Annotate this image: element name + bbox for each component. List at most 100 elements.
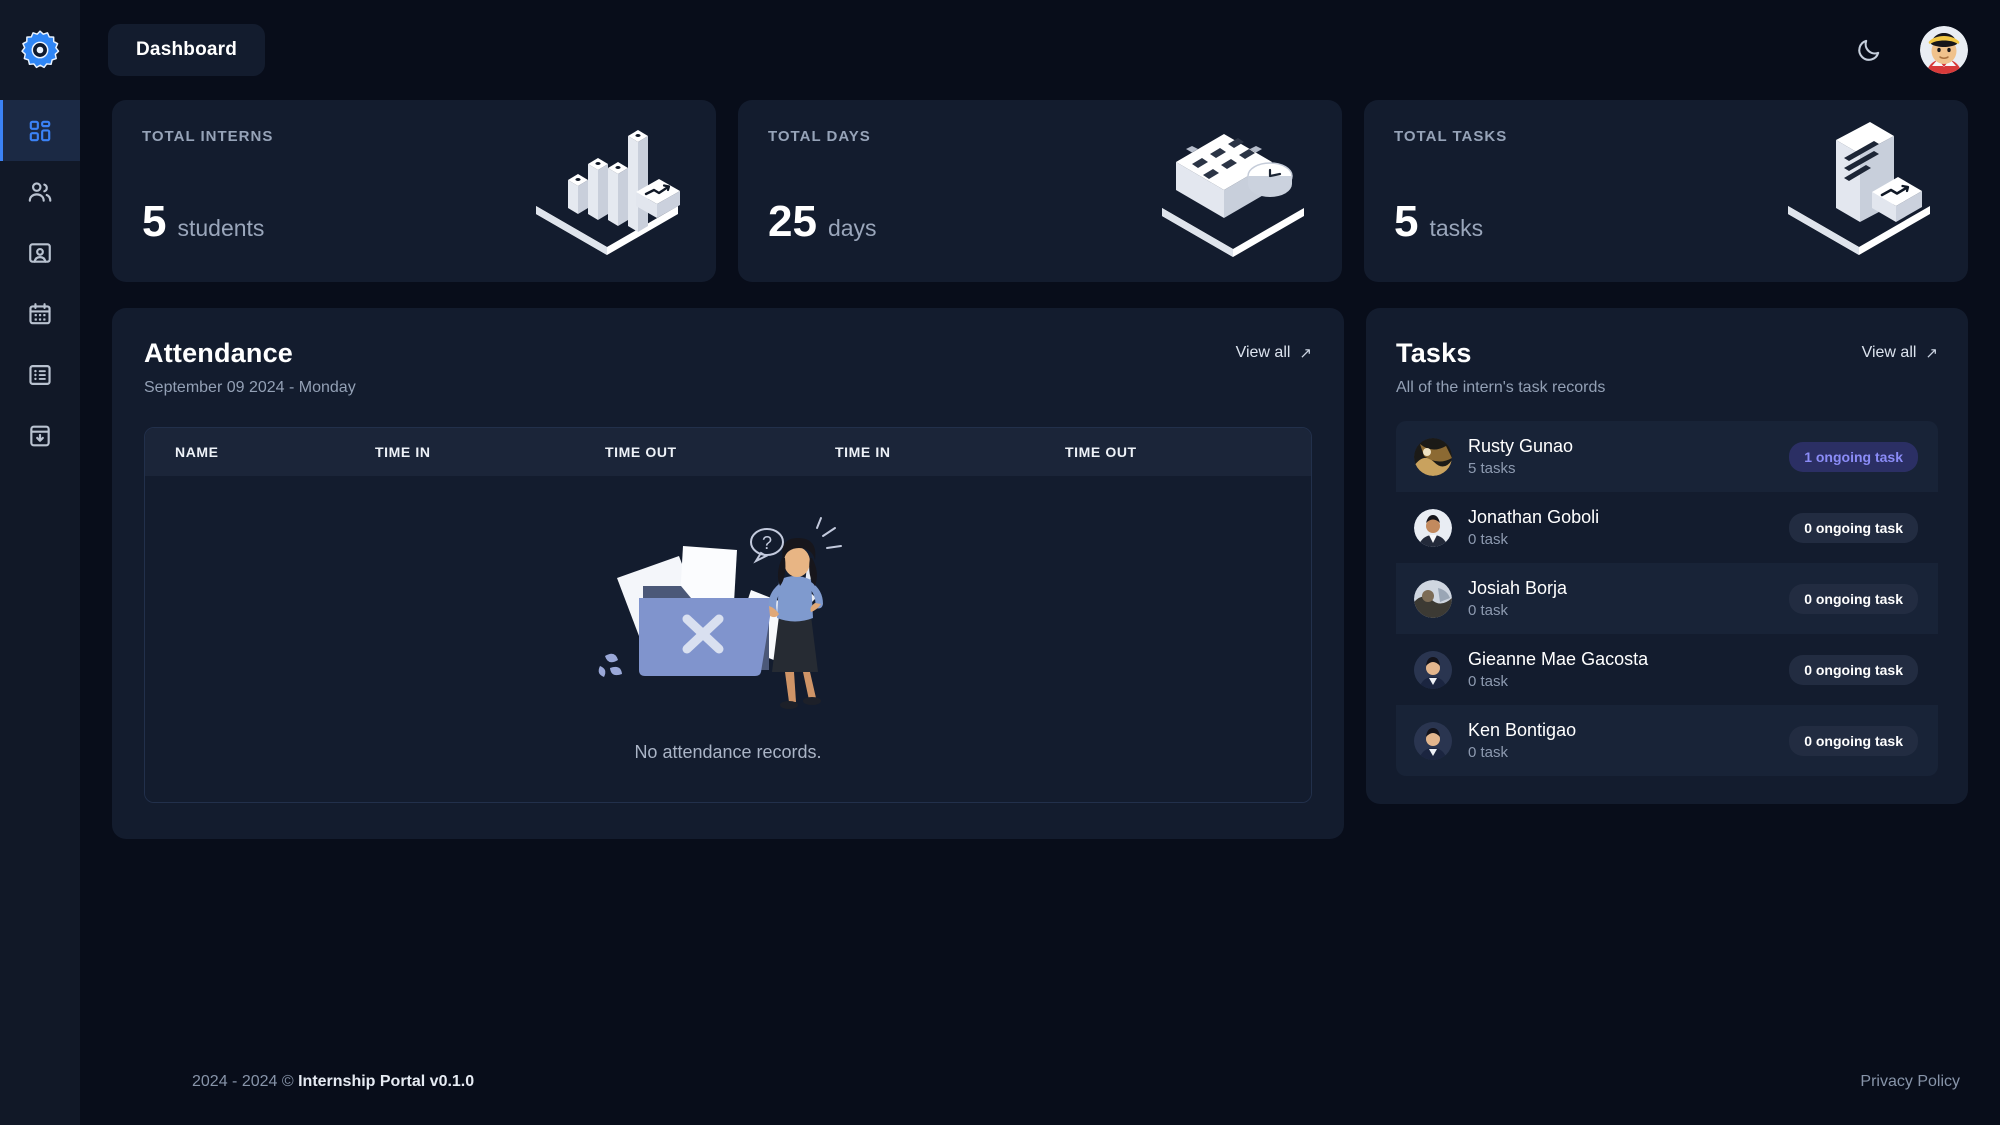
avatar <box>1414 650 1452 689</box>
status-badge: 0 ongoing task <box>1789 583 1918 614</box>
moon-icon <box>1858 39 1880 61</box>
calendar-icon <box>29 302 51 324</box>
stat-value-row: 5 tasks <box>1394 200 1483 244</box>
footer: 2024 - 2024 © Internship Portal v0.1.0 P… <box>160 1039 2000 1125</box>
attendance-empty-state: ? No attendance records. <box>145 476 1311 802</box>
bar-chart-3d-icon <box>536 130 680 255</box>
page-title[interactable]: Dashboard <box>108 24 266 76</box>
stat-number: 5 <box>1394 197 1419 246</box>
list-item[interactable]: Gieanne Mae Gacosta 0 task 0 ongoing tas… <box>1396 634 1938 705</box>
list-item[interactable]: Josiah Borja 0 task 0 ongoing task <box>1396 563 1938 634</box>
user-avatar-icon <box>1414 437 1452 476</box>
intern-name: Ken Bontigao <box>1468 720 1577 740</box>
main-area: Dashboard TOTAL INTERNS 5 students TOTAL… <box>80 0 2000 1125</box>
task-meta: Gieanne Mae Gacosta 0 task <box>1468 649 1648 690</box>
footer-app-name: Internship Portal v0.1.0 <box>298 1073 475 1090</box>
attendance-date: September 09 2024 - Monday <box>144 379 356 396</box>
avatar <box>1414 437 1452 476</box>
attendance-panel: Attendance September 09 2024 - Monday Vi… <box>112 308 1344 839</box>
archive-download-icon <box>30 425 50 446</box>
task-meta: Rusty Gunao 5 tasks <box>1468 436 1573 477</box>
empty-state-text: No attendance records. <box>634 741 822 762</box>
stats-row: TOTAL INTERNS 5 students TOTAL DAYS 25 d… <box>112 100 1968 282</box>
empty-folder-illustration: ? <box>598 516 842 709</box>
attendance-header: Attendance September 09 2024 - Monday Vi… <box>144 338 1312 397</box>
sidebar <box>0 0 80 1125</box>
stat-value-row: 25 days <box>768 200 877 244</box>
sidebar-nav <box>0 100 80 466</box>
column-header-time-in-2: TIME IN <box>835 444 891 460</box>
tasks-subtitle: All of the intern's task records <box>1396 379 1606 396</box>
sidebar-item-dashboard[interactable] <box>0 100 80 161</box>
panels-row: Attendance September 09 2024 - Monday Vi… <box>112 308 1968 839</box>
dashboard-grid-icon <box>29 120 51 141</box>
stat-unit: students <box>177 215 265 241</box>
user-avatar-icon <box>1414 650 1452 689</box>
avatar <box>1414 579 1452 618</box>
document-3d-icon <box>1788 122 1930 255</box>
column-header-time-out-2: TIME OUT <box>1065 444 1137 460</box>
user-avatar-icon <box>1414 721 1452 760</box>
list-icon <box>29 364 51 385</box>
theme-toggle-button[interactable] <box>1852 33 1886 67</box>
task-list: Rusty Gunao 5 tasks 1 ongoing task Jonat… <box>1396 421 1938 776</box>
app-logo[interactable] <box>0 0 80 100</box>
sidebar-item-tasks[interactable] <box>0 344 80 405</box>
topbar-actions <box>1852 26 1968 74</box>
calendar-clock-3d-icon <box>1162 134 1304 257</box>
stat-number: 5 <box>142 197 167 246</box>
id-badge-icon <box>29 242 51 263</box>
intern-name: Jonathan Goboli <box>1468 507 1600 527</box>
status-badge: 1 ongoing task <box>1789 441 1918 472</box>
column-header-time-in-1: TIME IN <box>375 444 431 460</box>
attendance-title: Attendance <box>144 338 294 368</box>
svg-text:?: ? <box>762 533 772 553</box>
privacy-policy-link[interactable]: Privacy Policy <box>1860 1073 1960 1091</box>
tasks-header: Tasks All of the intern's task records V… <box>1396 338 1938 397</box>
list-item[interactable]: Rusty Gunao 5 tasks 1 ongoing task <box>1396 421 1938 492</box>
task-count: 0 task <box>1468 602 1509 619</box>
column-header-name: NAME <box>175 444 219 460</box>
avatar <box>1414 508 1452 547</box>
status-badge: 0 ongoing task <box>1789 725 1918 756</box>
view-all-label: View all <box>1235 344 1291 361</box>
task-count: 0 task <box>1468 744 1509 761</box>
attendance-table-header: NAME TIME IN TIME OUT TIME IN TIME OUT <box>145 428 1311 476</box>
intern-name: Rusty Gunao <box>1468 436 1574 456</box>
sidebar-item-reports[interactable] <box>0 405 80 466</box>
sidebar-item-attendance[interactable] <box>0 283 80 344</box>
tasks-panel: Tasks All of the intern's task records V… <box>1366 308 1968 804</box>
sidebar-item-profiles[interactable] <box>0 222 80 283</box>
avatar[interactable] <box>1920 26 1968 74</box>
user-avatar <box>1920 26 1968 74</box>
tasks-view-all-link[interactable]: View all ↗ <box>1862 338 1938 362</box>
task-meta: Josiah Borja 0 task <box>1468 578 1567 619</box>
status-badge: 0 ongoing task <box>1789 512 1918 543</box>
intern-name: Gieanne Mae Gacosta <box>1468 649 1649 669</box>
list-item[interactable]: Ken Bontigao 0 task 0 ongoing task <box>1396 705 1938 776</box>
stat-card-total-days: TOTAL DAYS 25 days <box>738 100 1342 282</box>
stat-card-total-interns: TOTAL INTERNS 5 students <box>112 100 716 282</box>
task-count: 5 tasks <box>1468 460 1516 477</box>
attendance-table: NAME TIME IN TIME OUT TIME IN TIME OUT ?… <box>144 427 1312 803</box>
stat-unit: days <box>827 215 877 241</box>
view-all-label: View all <box>1861 344 1917 361</box>
tasks-title: Tasks <box>1396 338 1472 368</box>
status-badge: 0 ongoing task <box>1789 654 1918 685</box>
task-count: 0 task <box>1468 531 1509 548</box>
avatar <box>1414 721 1452 760</box>
sidebar-item-interns[interactable] <box>0 161 80 222</box>
task-meta: Ken Bontigao 0 task <box>1468 720 1576 761</box>
app-root: Dashboard TOTAL INTERNS 5 students TOTAL… <box>0 0 2000 1125</box>
task-meta: Jonathan Goboli 0 task <box>1468 507 1599 548</box>
user-avatar-icon <box>1414 508 1452 547</box>
gear-icon <box>21 30 60 69</box>
list-item[interactable]: Jonathan Goboli 0 task 0 ongoing task <box>1396 492 1938 563</box>
task-count: 0 task <box>1468 673 1509 690</box>
attendance-view-all-link[interactable]: View all ↗ <box>1236 338 1312 362</box>
arrow-up-right-icon: ↗ <box>1925 345 1938 362</box>
intern-name: Josiah Borja <box>1468 578 1568 598</box>
arrow-up-right-icon: ↗ <box>1299 345 1312 362</box>
stat-value-row: 5 students <box>142 200 264 244</box>
stat-card-total-tasks: TOTAL TASKS 5 tasks <box>1364 100 1968 282</box>
